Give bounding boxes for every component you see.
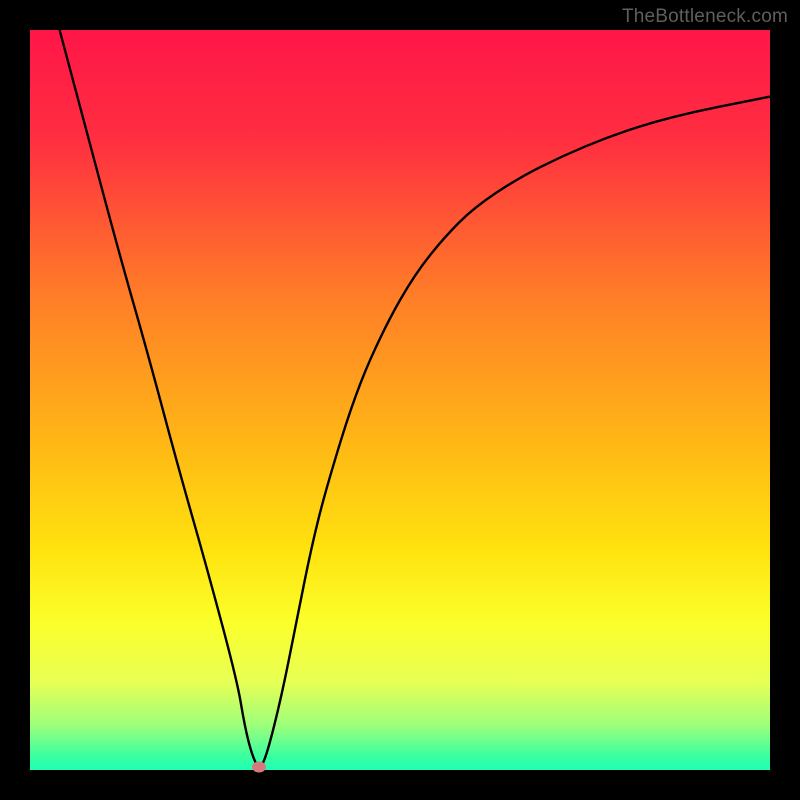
bottleneck-curve (60, 30, 770, 766)
minimum-marker (252, 762, 266, 773)
plot-area (30, 30, 770, 770)
chart-frame (30, 30, 770, 770)
curve-layer (30, 30, 770, 770)
watermark-text: TheBottleneck.com (622, 6, 788, 28)
